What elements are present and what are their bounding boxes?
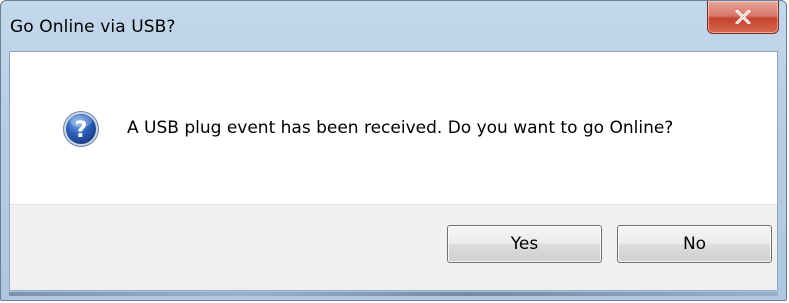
message-area: ? A USB plug event has been received. Do…	[10, 52, 777, 206]
button-bar: Yes No	[10, 204, 777, 290]
no-button[interactable]: No	[617, 225, 772, 263]
yes-button[interactable]: Yes	[447, 225, 602, 263]
question-icon: ?	[63, 111, 99, 147]
title-bar[interactable]: Go Online via USB?	[1, 1, 786, 51]
dialog-message: A USB plug event has been received. Do y…	[127, 118, 674, 138]
dialog-body: ? A USB plug event has been received. Do…	[9, 51, 778, 291]
window-title: Go Online via USB?	[10, 17, 176, 37]
window-frame-bottom	[9, 292, 778, 296]
dialog-window: Go Online via USB? ? A USB plug event ha…	[0, 0, 787, 301]
svg-text:?: ?	[75, 118, 88, 143]
close-icon	[735, 10, 751, 24]
close-button[interactable]	[707, 1, 779, 34]
